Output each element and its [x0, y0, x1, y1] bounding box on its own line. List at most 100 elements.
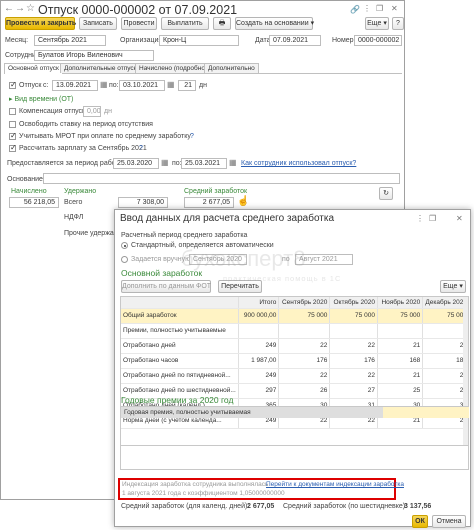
basis-field[interactable]	[43, 173, 400, 184]
favorite-icon[interactable]: ☆	[26, 4, 35, 14]
cell[interactable]: 249	[238, 338, 280, 354]
menu-icon[interactable]: ⋮	[363, 5, 371, 13]
forward-icon[interactable]: →	[15, 4, 25, 14]
free-rate-checkbox[interactable]	[9, 121, 16, 128]
cell[interactable]: 297	[238, 383, 280, 399]
close-icon[interactable]: ✕	[456, 215, 463, 223]
calendar-icon[interactable]: ▦	[100, 81, 108, 89]
save-button[interactable]: Записать	[79, 17, 117, 30]
table-header-cell	[121, 297, 239, 309]
month-label: Месяц:	[5, 37, 29, 44]
period-to-field[interactable]: 25.03.2021	[181, 158, 227, 169]
month-field[interactable]: Сентябрь 2021	[34, 35, 106, 46]
total-field[interactable]: 7 308,00	[118, 197, 168, 208]
cell[interactable]: 900 000,00	[238, 308, 280, 324]
more-button[interactable]: Еще ▾	[365, 17, 389, 30]
vacation-usage-link[interactable]: Как сотрудник использовал отпуск?	[241, 160, 356, 167]
period-from-field[interactable]: 25.03.2020	[113, 158, 159, 169]
employee-field[interactable]: Булатов Игорь Виленович	[34, 50, 154, 61]
indexation-text-1: Индексация заработка сотрудника выполнял…	[122, 481, 269, 488]
restore-icon[interactable]: ❐	[429, 215, 436, 223]
fill-fot-button[interactable]: Дополнить по данным ФОТ	[121, 280, 211, 293]
vacation-checkbox[interactable]	[9, 80, 17, 89]
period-section-label: Расчетный период среднего заработка	[121, 232, 248, 239]
document-title: Отпуск 0000-000002 от 07.09.2021	[38, 3, 238, 17]
tab-main-vacation[interactable]: Основной отпуск	[4, 63, 63, 74]
cell[interactable]	[329, 323, 378, 339]
refresh-button[interactable]: ↻	[379, 187, 393, 200]
accrued-field[interactable]: 56 218,05	[9, 197, 59, 208]
recalc-help-icon[interactable]: ?	[139, 145, 143, 152]
post-and-close-button[interactable]: Провести и закрыть	[5, 17, 76, 30]
avg-earnings-field[interactable]: 2 677,05	[184, 197, 234, 208]
back-icon[interactable]: ←	[4, 4, 14, 14]
cell[interactable]: 1 987,00	[238, 353, 280, 369]
cancel-button[interactable]: Отмена	[432, 515, 466, 528]
time-type-toggle[interactable]: ▸ Вид времени (ОТ)	[9, 95, 73, 103]
manual-period-radio[interactable]	[121, 256, 128, 263]
calendar-icon[interactable]: ▦	[161, 159, 169, 167]
table-row[interactable]: Отработано часов 1 987,00 176 176 168 18…	[121, 353, 468, 369]
mrot-checkbox[interactable]	[9, 131, 17, 140]
basis-label: Основание:	[7, 176, 45, 183]
vacation-days-field[interactable]: 21	[178, 80, 196, 91]
cell[interactable]: 21	[377, 338, 424, 354]
cell[interactable]: 75 000	[377, 308, 424, 324]
post-button[interactable]: Провести	[121, 17, 157, 30]
cell[interactable]: 75 000	[329, 308, 378, 324]
cell[interactable]: 22	[329, 368, 378, 384]
cell[interactable]: 22	[278, 338, 331, 354]
table-row[interactable]: Премии, полностью учитываемые	[121, 323, 468, 339]
mrot-help-icon[interactable]: ?	[190, 133, 194, 140]
cell[interactable]: 27	[329, 383, 378, 399]
compensation-field[interactable]: 0,00	[83, 106, 101, 117]
tab-additional[interactable]: Дополнительно	[204, 63, 259, 73]
cell[interactable]: 21	[377, 368, 424, 384]
more-label: Еще	[443, 283, 458, 290]
cell[interactable]: 176	[278, 353, 331, 369]
recalc-checkbox[interactable]	[9, 143, 17, 152]
tab-bar: Основной отпуск Дополнительные отпуска Н…	[4, 63, 402, 74]
calendar-icon[interactable]: ▦	[167, 81, 175, 89]
number-field[interactable]: 0000-000002	[354, 35, 402, 46]
close-icon[interactable]: ✕	[391, 5, 398, 13]
ok-button[interactable]: ОК	[412, 515, 428, 528]
calendar-icon[interactable]: ▦	[229, 159, 237, 167]
table-row[interactable]: Отработано дней по пятидневной... 249 22…	[121, 368, 468, 384]
cell[interactable]: 168	[377, 353, 424, 369]
indexation-link[interactable]: Перейти к документам индексации заработк…	[266, 481, 404, 488]
cell[interactable]: 22	[329, 338, 378, 354]
cell[interactable]: 249	[238, 368, 280, 384]
tab-accrued-detailed[interactable]: Начислено (подробно)	[135, 63, 212, 73]
link-icon[interactable]: 🔗	[350, 6, 360, 14]
cell[interactable]: 176	[329, 353, 378, 369]
restore-icon[interactable]: ❐	[376, 5, 383, 13]
vacation-to-field[interactable]: 03.10.2021	[119, 80, 165, 91]
vacation-from-field[interactable]: 13.09.2021	[52, 80, 98, 91]
cell[interactable]: 26	[278, 383, 331, 399]
print-button[interactable]: 🖶	[213, 17, 231, 30]
table-row[interactable]: Общий заработок 900 000,00 75 000 75 000…	[121, 308, 468, 324]
date-field[interactable]: 07.09.2021	[269, 35, 321, 46]
compensation-checkbox[interactable]	[9, 108, 16, 115]
annual-bonus-value-cell[interactable]	[383, 407, 469, 418]
cursor-hand-icon: ☝	[237, 196, 250, 207]
print-icon: 🖶	[218, 20, 226, 27]
more-button[interactable]: Еще ▾	[440, 280, 466, 293]
cell[interactable]	[238, 323, 280, 339]
table-row[interactable]: Отработано дней 249 22 22 21 23	[121, 338, 468, 354]
create-based-button[interactable]: Создать на основании ▾	[235, 17, 314, 30]
menu-icon[interactable]: ⋮	[416, 215, 424, 223]
cell[interactable]	[278, 323, 331, 339]
cell[interactable]: 22	[278, 368, 331, 384]
org-field[interactable]: Крон-Ц	[159, 35, 239, 46]
cell[interactable]	[377, 323, 424, 339]
watermark: бухэксперт8	[181, 246, 306, 271]
cell[interactable]: 25	[377, 383, 424, 399]
help-button[interactable]: ?	[392, 17, 404, 30]
vacation-from-label: с:	[43, 82, 49, 89]
standard-period-radio[interactable]	[121, 242, 128, 249]
cell[interactable]: 75 000	[278, 308, 331, 324]
pay-button[interactable]: Выплатить	[161, 17, 209, 30]
tab-additional-vacations[interactable]: Дополнительные отпуска	[60, 63, 145, 73]
